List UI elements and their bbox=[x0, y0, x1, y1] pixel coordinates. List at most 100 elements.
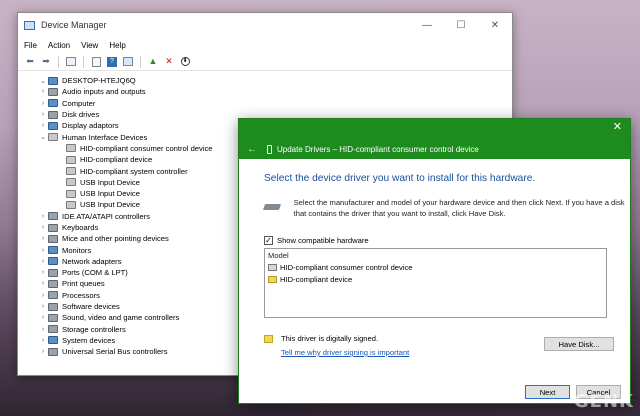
tree-item-label: Storage controllers bbox=[62, 324, 126, 334]
tree-item-label: IDE ATA/ATAPI controllers bbox=[62, 211, 151, 221]
device-category-icon bbox=[66, 167, 76, 176]
show-hide-console-icon[interactable] bbox=[65, 56, 77, 68]
device-category-icon bbox=[48, 268, 58, 277]
collapse-chevron-icon[interactable]: › bbox=[38, 247, 48, 254]
device-category-icon bbox=[48, 133, 58, 142]
back-arrow-icon[interactable]: ⬅ bbox=[24, 56, 36, 68]
have-disk-button[interactable]: Have Disk... bbox=[544, 337, 614, 351]
help-icon[interactable]: ? bbox=[106, 56, 118, 68]
tree-item[interactable]: ⌄ DESKTOP-HTEJQ6Q bbox=[18, 75, 512, 86]
device-category-icon bbox=[48, 234, 58, 243]
expand-chevron-icon[interactable]: ⌄ bbox=[38, 77, 48, 85]
device-category-icon bbox=[66, 178, 76, 187]
collapse-chevron-icon[interactable]: › bbox=[38, 235, 48, 242]
tree-item-label: Mice and other pointing devices bbox=[62, 234, 169, 244]
toolbar-divider bbox=[58, 55, 59, 68]
menu-file[interactable]: File bbox=[24, 41, 37, 50]
collapse-chevron-icon[interactable]: › bbox=[38, 292, 48, 299]
scan-hardware-icon[interactable] bbox=[122, 56, 134, 68]
device-category-icon bbox=[48, 325, 58, 334]
device-category-icon bbox=[66, 189, 76, 198]
maximize-button[interactable]: ☐ bbox=[444, 20, 478, 31]
forward-arrow-icon[interactable]: ➡ bbox=[40, 56, 52, 68]
tree-item-label: HID-compliant device bbox=[80, 155, 153, 165]
tree-item-label: Display adaptors bbox=[62, 121, 119, 131]
device-category-icon bbox=[48, 212, 58, 221]
menu-view[interactable]: View bbox=[81, 41, 98, 50]
collapse-chevron-icon[interactable]: › bbox=[38, 348, 48, 355]
device-category-icon bbox=[48, 110, 58, 119]
tree-item-label: Ports (COM & LPT) bbox=[62, 268, 128, 278]
tree-item-label: DESKTOP-HTEJQ6Q bbox=[62, 76, 136, 86]
dialog-heading: Select the device driver you want to ins… bbox=[264, 173, 536, 184]
collapse-chevron-icon[interactable]: › bbox=[38, 280, 48, 287]
collapse-chevron-icon[interactable]: › bbox=[38, 213, 48, 220]
tree-item-label: Processors bbox=[62, 290, 100, 300]
disable-device-icon[interactable]: ⬇ bbox=[179, 56, 191, 68]
device-manager-titlebar: Device Manager — ☐ ✕ bbox=[18, 13, 512, 37]
tree-item-label: USB Input Device bbox=[80, 177, 140, 187]
device-category-icon bbox=[48, 76, 58, 85]
device-category-icon bbox=[48, 347, 58, 356]
device-category-icon bbox=[48, 121, 58, 130]
collapse-chevron-icon[interactable]: › bbox=[38, 303, 48, 310]
driver-hardware-icon bbox=[264, 200, 282, 214]
tree-item-label: System devices bbox=[62, 335, 116, 345]
uninstall-icon[interactable]: ✕ bbox=[163, 56, 175, 68]
dialog-body: Select the device driver you want to ins… bbox=[239, 159, 630, 403]
device-category-icon bbox=[48, 336, 58, 345]
instructions-block: Select the manufacturer and model of you… bbox=[264, 198, 630, 219]
close-button[interactable]: ✕ bbox=[478, 20, 512, 31]
tree-item-label: Computer bbox=[62, 98, 96, 108]
model-list-item[interactable]: HID-compliant consumer control device bbox=[265, 261, 606, 273]
model-list-item[interactable]: HID-compliant device bbox=[265, 273, 606, 285]
collapse-chevron-icon[interactable]: › bbox=[38, 100, 48, 107]
dialog-header-title: Update Drivers – HID-compliant consumer … bbox=[277, 144, 479, 154]
tree-item[interactable]: › Audio inputs and outputs bbox=[18, 86, 512, 97]
device-category-icon bbox=[48, 302, 58, 311]
instructions-text: Select the manufacturer and model of you… bbox=[293, 198, 625, 218]
menu-action[interactable]: Action bbox=[48, 41, 70, 50]
collapse-chevron-icon[interactable]: › bbox=[38, 314, 48, 321]
hardware-icon bbox=[268, 275, 277, 283]
tree-item-label: USB Input Device bbox=[80, 189, 140, 199]
tree-item-label: Software devices bbox=[62, 302, 120, 312]
signed-text: This driver is digitally signed. bbox=[281, 334, 379, 343]
toolbar-divider bbox=[140, 55, 141, 68]
show-compatible-checkbox[interactable]: ✓ bbox=[264, 236, 273, 245]
device-category-icon bbox=[66, 155, 76, 164]
collapse-chevron-icon[interactable]: › bbox=[38, 326, 48, 333]
watermark-logo: GENK bbox=[573, 391, 634, 412]
update-driver-icon[interactable]: ▲ bbox=[147, 56, 159, 68]
tree-item-label: Sound, video and game controllers bbox=[62, 313, 180, 323]
device-category-icon bbox=[48, 223, 58, 232]
device-category-icon bbox=[48, 279, 58, 288]
tree-item-label: USB Input Device bbox=[80, 200, 140, 210]
hardware-icon bbox=[268, 263, 277, 271]
tree-item[interactable]: › Computer bbox=[18, 98, 512, 109]
collapse-chevron-icon[interactable]: › bbox=[38, 337, 48, 344]
collapse-chevron-icon[interactable]: › bbox=[38, 258, 48, 265]
back-arrow-button[interactable]: ← bbox=[247, 144, 257, 155]
menu-help[interactable]: Help bbox=[109, 41, 125, 50]
collapse-chevron-icon[interactable]: › bbox=[38, 122, 48, 129]
properties-icon[interactable] bbox=[90, 56, 102, 68]
collapse-chevron-icon[interactable]: › bbox=[38, 269, 48, 276]
tree-item-label: Network adapters bbox=[62, 256, 122, 266]
show-compatible-label[interactable]: Show compatible hardware bbox=[277, 236, 369, 245]
minimize-button[interactable]: — bbox=[410, 20, 444, 31]
model-list-header: Model bbox=[268, 250, 289, 260]
dialog-header: ← Update Drivers – HID-compliant consume… bbox=[239, 139, 630, 159]
tree-item-label: HID-compliant consumer control device bbox=[80, 143, 213, 153]
collapse-chevron-icon[interactable]: › bbox=[38, 111, 48, 118]
model-label: HID-compliant device bbox=[280, 274, 353, 284]
signed-driver-icon bbox=[264, 334, 273, 343]
next-button[interactable]: Next bbox=[525, 385, 570, 399]
collapse-chevron-icon[interactable]: › bbox=[38, 224, 48, 231]
collapse-chevron-icon[interactable]: › bbox=[38, 88, 48, 95]
expand-chevron-icon[interactable]: ⌄ bbox=[38, 133, 48, 141]
device-category-icon bbox=[66, 144, 76, 153]
device-category-icon bbox=[48, 99, 58, 108]
model-list: Model HID-compliant consumer control dev… bbox=[264, 248, 607, 318]
dialog-close-button[interactable]: ✕ bbox=[613, 122, 622, 133]
